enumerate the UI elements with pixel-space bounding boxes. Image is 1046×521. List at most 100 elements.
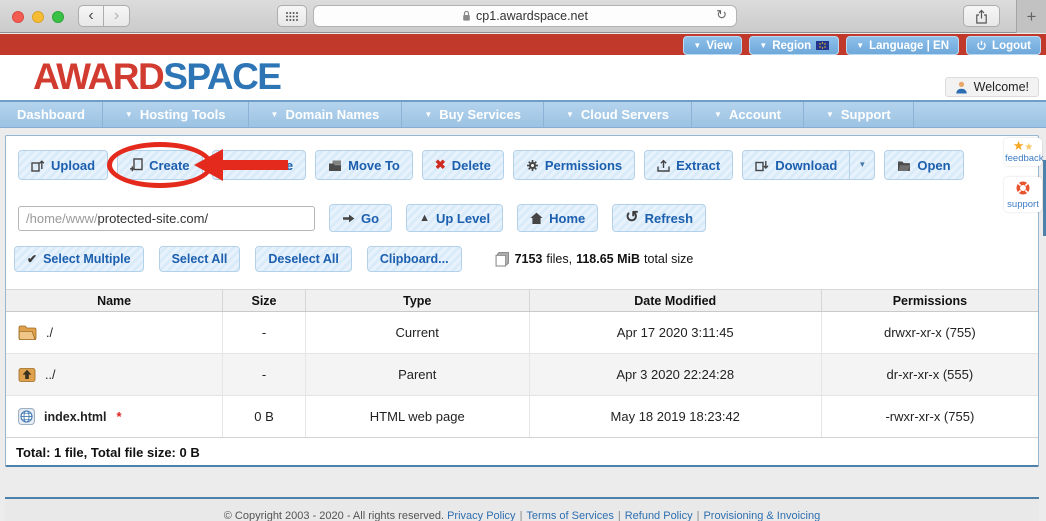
new-tab-button[interactable]: + <box>1016 0 1046 33</box>
rename-button-wrapper: Rename <box>212 150 307 180</box>
nav-item-support[interactable]: ▼ Support <box>804 102 914 127</box>
modified-marker: * <box>117 409 122 424</box>
region-label: Region <box>772 40 811 52</box>
select-multiple-button[interactable]: ✔ Select Multiple <box>14 246 144 272</box>
main-nav: Dashboard ▼ Hosting Tools ▼ Domain Names… <box>0 100 1046 128</box>
file-count-summary: 7153 files, 118.65 MiB total size <box>495 252 694 267</box>
select-all-button[interactable]: Select All <box>159 246 241 272</box>
minimize-window-button[interactable] <box>32 11 44 23</box>
lock-icon <box>462 10 471 22</box>
nav-item-hosting-tools[interactable]: ▼ Hosting Tools <box>103 102 249 127</box>
feedback-stars-icon: ★★ <box>1005 141 1041 153</box>
feedback-badge[interactable]: ★★ feedback <box>1004 138 1042 166</box>
address-bar[interactable]: cp1.awardspace.net ↻ <box>313 5 737 27</box>
move-to-button[interactable]: Move To <box>315 150 413 180</box>
nav-label: Support <box>841 107 891 122</box>
browser-chrome: ‹ › cp1.awardspace.net ↻ <box>0 0 1046 33</box>
chevron-down-icon: ▼ <box>693 42 701 50</box>
column-header-type[interactable]: Type <box>305 290 529 312</box>
totals-bar: Total: 1 file, Total file size: 0 B <box>6 437 1038 465</box>
extract-icon <box>657 159 670 172</box>
upload-button[interactable]: Upload <box>18 150 108 180</box>
file-permissions: -rwxr-xr-x (755) <box>821 396 1038 438</box>
nav-item-account[interactable]: ▼ Account <box>692 102 804 127</box>
extract-label: Extract <box>676 158 720 173</box>
file-type: Current <box>305 312 529 354</box>
nav-item-domain-names[interactable]: ▼ Domain Names <box>249 102 403 127</box>
file-size: - <box>223 354 306 396</box>
column-header-size[interactable]: Size <box>223 290 306 312</box>
download-button[interactable]: Download <box>742 150 850 180</box>
open-button[interactable]: Open <box>884 150 963 180</box>
column-header-date-modified[interactable]: Date Modified <box>529 290 821 312</box>
file-date: Apr 3 2020 22:24:28 <box>529 354 821 396</box>
rename-label: Rename <box>243 158 294 173</box>
link-separator: | <box>618 510 621 521</box>
extract-button[interactable]: Extract <box>644 150 733 180</box>
check-icon: ✔ <box>27 252 37 266</box>
table-row-index-html[interactable]: index.html* 0 B HTML web page May 18 201… <box>6 396 1038 438</box>
nav-item-cloud-servers[interactable]: ▼ Cloud Servers <box>544 102 692 127</box>
refresh-button[interactable]: ↺ Refresh <box>612 204 706 232</box>
chevron-down-icon: ▼ <box>424 111 432 119</box>
arrow-up-icon: ▲ <box>419 212 430 224</box>
nav-item-buy-services[interactable]: ▼ Buy Services <box>402 102 544 127</box>
file-size: - <box>223 312 306 354</box>
download-split-button: Download ▼ <box>742 150 875 180</box>
files-count-label: files, <box>546 252 572 266</box>
create-file-icon <box>130 158 143 172</box>
window-controls <box>12 11 64 23</box>
eu-flag-icon <box>816 41 829 50</box>
share-button[interactable] <box>963 5 1000 27</box>
chevron-down-icon: ▼ <box>826 111 834 119</box>
support-label: support <box>1005 199 1041 210</box>
copyright-text: © Copyright 2003 - 2020 - All rights res… <box>224 510 444 521</box>
download-label: Download <box>775 158 837 173</box>
file-name: ./ <box>46 326 53 340</box>
delete-button[interactable]: ✖ Delete <box>422 150 504 180</box>
view-button[interactable]: ▼ View <box>683 36 742 55</box>
reload-icon[interactable]: ↻ <box>716 7 727 23</box>
terms-of-services-link[interactable]: Terms of Services <box>526 510 613 521</box>
refund-policy-link[interactable]: Refund Policy <box>625 510 693 521</box>
upload-label: Upload <box>51 158 95 173</box>
close-window-button[interactable] <box>12 11 24 23</box>
nav-item-dashboard[interactable]: Dashboard <box>0 102 103 127</box>
privacy-policy-link[interactable]: Privacy Policy <box>447 510 515 521</box>
chevron-down-icon: ▼ <box>566 111 574 119</box>
zoom-window-button[interactable] <box>52 11 64 23</box>
path-input[interactable]: /home/www/protected-site.com/ <box>18 206 315 231</box>
download-dropdown-button[interactable]: ▼ <box>849 150 875 180</box>
nav-label: Domain Names <box>285 107 379 122</box>
upload-icon <box>31 159 45 172</box>
clipboard-button[interactable]: Clipboard... <box>367 246 462 272</box>
support-badge[interactable]: support <box>1004 177 1042 212</box>
logout-label: Logout <box>992 40 1031 52</box>
create-button[interactable]: Create <box>117 150 202 180</box>
file-name: ../ <box>45 368 55 382</box>
provisioning-invoicing-link[interactable]: Provisioning & Invoicing <box>703 510 820 521</box>
up-level-button[interactable]: ▲ Up Level <box>406 204 503 232</box>
browser-back-button[interactable]: ‹ <box>78 5 104 27</box>
nav-label: Hosting Tools <box>140 107 226 122</box>
tab-overview-button[interactable] <box>277 5 307 27</box>
permissions-button[interactable]: Permissions <box>513 150 635 180</box>
go-button[interactable]: Go <box>329 204 392 232</box>
language-button[interactable]: ▼ Language | EN <box>846 36 959 55</box>
rename-button[interactable]: Rename <box>212 150 307 180</box>
table-row-current-dir[interactable]: ./ - Current Apr 17 2020 3:11:45 drwxr-x… <box>6 312 1038 354</box>
logo-space: SPACE <box>163 56 280 97</box>
browser-forward-button[interactable]: › <box>104 5 130 27</box>
move-folder-icon <box>328 159 342 172</box>
deselect-all-button[interactable]: Deselect All <box>255 246 351 272</box>
folder-icon <box>18 325 37 340</box>
select-all-label: Select All <box>172 252 228 266</box>
chevron-down-icon: ▼ <box>271 111 279 119</box>
logout-button[interactable]: Logout <box>966 36 1041 55</box>
table-row-parent-dir[interactable]: ../ - Parent Apr 3 2020 22:24:28 dr-xr-x… <box>6 354 1038 396</box>
region-button[interactable]: ▼ Region <box>749 36 839 55</box>
column-header-name[interactable]: Name <box>6 290 223 312</box>
column-header-permissions[interactable]: Permissions <box>821 290 1038 312</box>
welcome-badge: Welcome! <box>945 77 1039 97</box>
home-button[interactable]: Home <box>517 204 598 232</box>
